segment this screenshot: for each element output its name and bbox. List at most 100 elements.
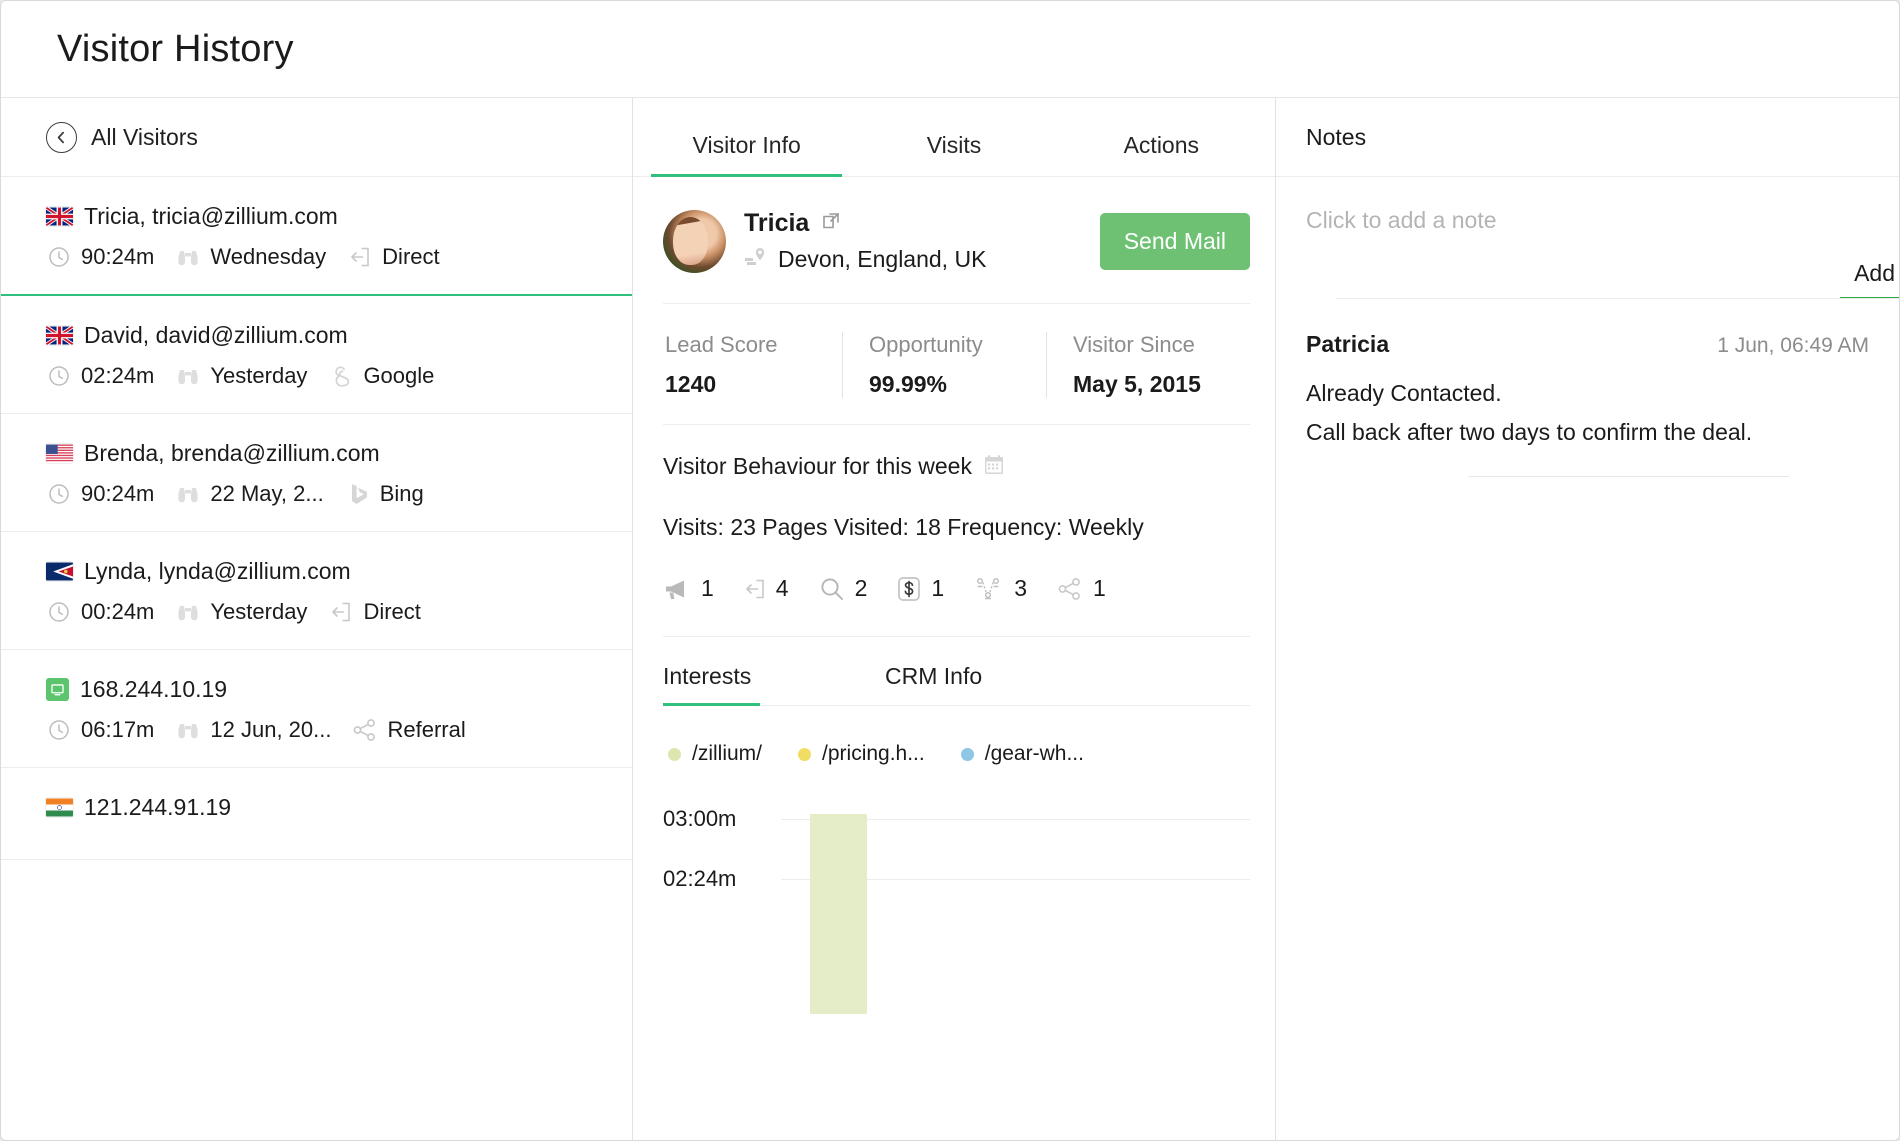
profile-name-row: Tricia: [744, 209, 1100, 238]
behaviour-count: 1: [1093, 575, 1106, 602]
notes-panel: Notes Click to add a note Add Patricia1 …: [1276, 98, 1899, 1140]
visitor-identity-row: David, david@zillium.com: [46, 322, 602, 349]
legend-item[interactable]: /zillium/: [668, 742, 762, 766]
note-body-line: Already Contacted.: [1306, 380, 1869, 407]
chart-y-tick-label: 02:24m: [663, 866, 781, 892]
visitor-meta: Referral: [352, 717, 465, 743]
visitor-meta-label: 00:24m: [81, 599, 154, 625]
subtab-interests[interactable]: Interests: [663, 663, 885, 706]
flag-icon-gb: [46, 207, 73, 226]
notes-list: Patricia1 Jun, 06:49 AMAlready Contacted…: [1276, 299, 1899, 477]
visitor-stats: Lead Score1240Opportunity99.99%Visitor S…: [663, 304, 1250, 425]
legend-item[interactable]: /gear-wh...: [961, 742, 1084, 766]
visitor-meta-row: 00:24mYesterdayDirect: [46, 599, 602, 625]
visitor-list-item[interactable]: Tricia, tricia@zillium.com 90:24m Wednesda…: [1, 177, 632, 296]
chart-gridline-row: 02:24m: [663, 866, 1250, 892]
notes-title: Notes: [1306, 124, 1366, 151]
visitor-meta-label: 06:17m: [81, 717, 154, 743]
binoculars-icon: [175, 481, 201, 507]
behaviour-title-row: Visitor Behaviour for this week: [663, 453, 1250, 480]
behaviour-metric: 1: [897, 575, 944, 602]
clock-icon: [46, 244, 72, 270]
note-item: Patricia1 Jun, 06:49 AMAlready Contacted…: [1276, 299, 1899, 477]
all-visitors-back[interactable]: All Visitors: [1, 98, 632, 177]
note-timestamp: 1 Jun, 06:49 AM: [1717, 334, 1869, 358]
page-title: Visitor History: [57, 28, 294, 71]
stat-visitor-since: Visitor SinceMay 5, 2015: [1046, 332, 1250, 398]
stat-label: Lead Score: [665, 332, 842, 358]
bing-icon: [345, 481, 371, 507]
calendar-icon[interactable]: [984, 454, 1004, 480]
visitor-list-item[interactable]: 121.244.91.19: [1, 768, 632, 860]
visitor-history-app: Visitor History All Visitors Tricia, tri…: [0, 0, 1900, 1141]
visitor-meta-row: 06:17m 12 Jun, 20... Referral: [46, 717, 602, 743]
visitor-name: Brenda, brenda@zillium.com: [84, 440, 380, 467]
visitor-meta: 22 May, 2...: [175, 481, 323, 507]
stat-value: 1240: [665, 371, 842, 398]
visitor-list-item[interactable]: David, david@zillium.com 02:24m Yesterday G…: [1, 296, 632, 414]
visitor-meta: 12 Jun, 20...: [175, 717, 331, 743]
visitor-list-item[interactable]: Lynda, lynda@zillium.com 00:24mYesterdayD…: [1, 532, 632, 650]
visitor-name: 121.244.91.19: [84, 794, 231, 821]
send-mail-button[interactable]: Send Mail: [1100, 213, 1250, 270]
visitor-meta: Bing: [345, 481, 424, 507]
legend-color-dot: [668, 748, 681, 761]
chevron-left-circle-icon[interactable]: [46, 122, 77, 153]
visitor-meta: 02:24m: [46, 363, 154, 389]
behaviour-icon-counts: 142131: [663, 575, 1250, 602]
visitor-list-item[interactable]: 168.244.10.1906:17m12 Jun, 20...Referral: [1, 650, 632, 768]
visitor-behaviour: Visitor Behaviour for this week: [663, 425, 1250, 637]
visitor-meta-label: Referral: [387, 717, 465, 743]
binoculars-icon: [175, 244, 201, 270]
clock-icon: [46, 599, 72, 625]
clock-icon: [46, 363, 72, 389]
visitor-identity-row: Lynda, lynda@zillium.com: [46, 558, 602, 585]
visitor-identity-row: Tricia, tricia@zillium.com: [46, 203, 602, 230]
direct-arrow-icon: [328, 599, 354, 625]
visitor-meta-label: 90:24m: [81, 244, 154, 270]
behaviour-count: 1: [931, 575, 944, 602]
app-header: Visitor History: [1, 1, 1899, 98]
behaviour-count: 3: [1014, 575, 1027, 602]
avatar: [663, 210, 726, 273]
chart-gridline-row: 03:00m: [663, 806, 1250, 832]
stat-value: 99.99%: [869, 371, 1046, 398]
monitor-icon: [46, 678, 69, 701]
search-icon: [819, 576, 845, 602]
visitor-list-item[interactable]: Brenda, brenda@zillium.com 90:24m 22 May, …: [1, 414, 632, 532]
visitor-meta-label: Direct: [382, 244, 439, 270]
visitor-name: Lynda, lynda@zillium.com: [84, 558, 351, 585]
visitor-meta: 90:24m: [46, 481, 154, 507]
tab-visits[interactable]: Visits: [850, 132, 1057, 176]
profile-location-row: Devon, England, UK: [744, 246, 1100, 273]
flag-icon-gb: [46, 326, 73, 345]
visitor-identity-row: 121.244.91.19: [46, 794, 602, 821]
legend-label: /pricing.h...: [822, 742, 925, 766]
note-input-placeholder[interactable]: Click to add a note: [1306, 207, 1899, 234]
visitor-meta: Yesterday: [175, 363, 307, 389]
add-note-button[interactable]: Add: [1840, 260, 1899, 299]
tab-actions[interactable]: Actions: [1058, 132, 1265, 176]
tab-visitor-info[interactable]: Visitor Info: [643, 132, 850, 176]
legend-item[interactable]: /pricing.h...: [798, 742, 925, 766]
binoculars-icon: [175, 363, 201, 389]
behaviour-count: 4: [776, 575, 789, 602]
chart-legend: /zillium/ /pricing.h... /gear-wh...: [663, 706, 1250, 766]
visitor-list: Tricia, tricia@zillium.com 90:24m Wednesda…: [1, 177, 632, 1140]
share-nodes-icon: [352, 717, 378, 743]
all-visitors-label: All Visitors: [91, 124, 198, 151]
external-link-icon[interactable]: [821, 211, 841, 236]
visitor-meta: Google: [328, 363, 434, 389]
note-input-area[interactable]: Click to add a note Add: [1276, 177, 1899, 299]
location-pin-icon: [744, 246, 768, 273]
google-icon: [328, 363, 354, 389]
subtab-crm-info[interactable]: CRM Info: [885, 663, 982, 706]
behaviour-metric: 1: [663, 575, 714, 602]
megaphone-icon: [663, 577, 691, 601]
visitor-meta: 90:24m: [46, 244, 154, 270]
visitor-identity-row: Brenda, brenda@zillium.com: [46, 440, 602, 467]
direct-arrow-icon: [744, 578, 766, 600]
visitor-meta: Wednesday: [175, 244, 326, 270]
behaviour-metric: 4: [744, 575, 789, 602]
visitor-meta-row: 90:24m 22 May, 2... Bing: [46, 481, 602, 507]
